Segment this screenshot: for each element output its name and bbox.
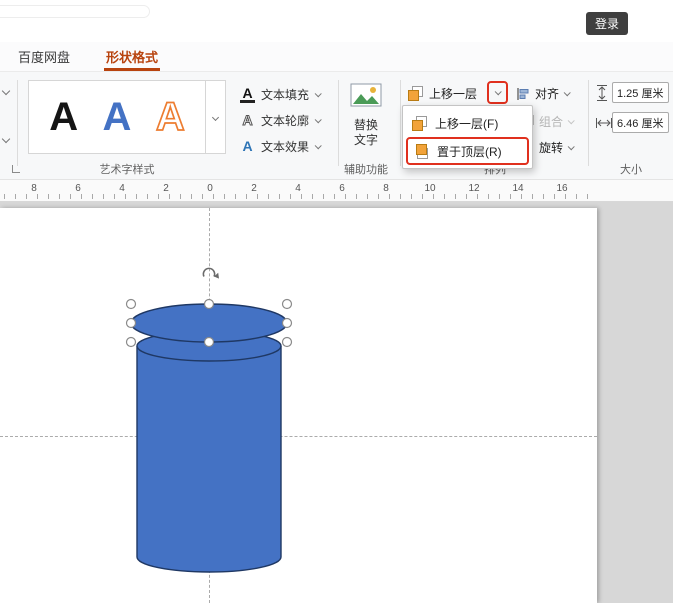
bring-forward-button[interactable]: 上移一层 bbox=[408, 85, 477, 102]
chevron-down-icon[interactable] bbox=[1, 86, 11, 96]
wordart-sample-blue[interactable]: A bbox=[103, 97, 132, 137]
selection-handle[interactable] bbox=[125, 336, 137, 348]
app-window: 登录 百度网盘 形状格式 A A A 艺术字样式 A 文本填充 A 文本轮廓 A… bbox=[0, 0, 673, 603]
picture-icon bbox=[350, 83, 382, 107]
menu-item-label: 上移一层(F) bbox=[435, 116, 499, 131]
chevron-down-icon bbox=[314, 141, 322, 149]
slide[interactable] bbox=[0, 208, 597, 603]
text-effects-button[interactable]: A 文本效果 bbox=[240, 134, 322, 158]
wordart-group-caption: 艺术字样式 bbox=[99, 164, 155, 176]
ruler-label: 6 bbox=[337, 183, 347, 194]
chevron-down-icon[interactable] bbox=[1, 134, 11, 144]
group-divider bbox=[588, 80, 589, 166]
selection-handle[interactable] bbox=[125, 317, 137, 329]
wordart-sample-outline[interactable]: A bbox=[155, 96, 186, 138]
bring-to-front-icon bbox=[414, 143, 429, 159]
chevron-down-icon bbox=[563, 89, 571, 97]
size-group-caption: 大小 bbox=[620, 164, 642, 176]
group-divider bbox=[17, 80, 18, 166]
menu-item-label: 置于顶层(R) bbox=[437, 144, 502, 159]
arrange-dropdown-menu: 上移一层(F) 置于顶层(R) bbox=[402, 105, 533, 169]
selection-handle[interactable] bbox=[203, 336, 215, 348]
ruler-label: 0 bbox=[205, 183, 215, 194]
ruler-label: 10 bbox=[422, 183, 438, 194]
align-button[interactable]: 对齐 bbox=[516, 85, 571, 102]
wordart-sample-black[interactable]: A bbox=[49, 97, 78, 137]
wordart-samples: A A A bbox=[29, 81, 205, 153]
horizontal-ruler: 8 6 4 2 0 2 4 6 8 10 12 14 16 bbox=[0, 180, 673, 202]
text-outline-label: 文本轮廓 bbox=[261, 113, 310, 128]
ellipse-shape[interactable] bbox=[130, 303, 288, 343]
dialog-launcher-icon[interactable] bbox=[12, 165, 20, 173]
shape-height-input[interactable] bbox=[612, 82, 669, 103]
text-fill-label: 文本填充 bbox=[261, 87, 310, 102]
shape-width-input[interactable] bbox=[612, 112, 669, 133]
selection-handle[interactable] bbox=[281, 336, 293, 348]
shape-width-icon bbox=[596, 118, 612, 128]
rotate-label: 旋转 bbox=[539, 141, 564, 155]
text-fill-button[interactable]: A 文本填充 bbox=[240, 82, 322, 106]
ruler-label: 2 bbox=[249, 183, 259, 194]
selection-handle[interactable] bbox=[281, 298, 293, 310]
bring-forward-label: 上移一层 bbox=[429, 87, 478, 101]
rotation-handle[interactable] bbox=[202, 267, 219, 279]
login-button[interactable]: 登录 bbox=[586, 12, 628, 35]
slide-canvas[interactable] bbox=[0, 202, 673, 603]
chevron-down-icon bbox=[567, 117, 575, 125]
chevron-down-icon bbox=[314, 89, 322, 97]
bring-forward-icon bbox=[408, 86, 423, 101]
align-label: 对齐 bbox=[535, 87, 560, 101]
chevron-down-icon bbox=[567, 143, 575, 151]
ruler-label: 4 bbox=[293, 183, 303, 194]
chevron-down-icon bbox=[314, 115, 322, 123]
tab-baidu-netdisk[interactable]: 百度网盘 bbox=[16, 42, 72, 71]
selection-handle[interactable] bbox=[125, 298, 137, 310]
titlebar: 登录 bbox=[0, 0, 673, 42]
replace-text-button[interactable]: 替换 文字 bbox=[338, 82, 394, 148]
ruler-label: 8 bbox=[381, 183, 391, 194]
accessibility-group-caption: 辅助功能 bbox=[344, 164, 388, 176]
bring-forward-icon bbox=[412, 115, 427, 131]
replace-text-label-line2: 文字 bbox=[353, 133, 378, 147]
replace-text-label-line1: 替换 bbox=[353, 118, 378, 132]
wordart-gallery-more-button[interactable] bbox=[205, 81, 225, 153]
chevron-down-icon bbox=[494, 88, 502, 96]
chevron-down-icon bbox=[211, 113, 220, 121]
ruler-label: 4 bbox=[117, 183, 127, 194]
ribbon: A A A 艺术字样式 A 文本填充 A 文本轮廓 A 文本效果 替换 文字 辅… bbox=[0, 72, 673, 180]
ribbon-tabs: 百度网盘 形状格式 bbox=[0, 42, 673, 72]
ruler-label: 14 bbox=[510, 183, 526, 194]
text-outline-button[interactable]: A 文本轮廓 bbox=[240, 108, 322, 132]
text-effects-icon: A bbox=[242, 138, 253, 154]
ruler-label: 8 bbox=[29, 183, 39, 194]
align-icon bbox=[517, 87, 529, 100]
text-fill-icon: A bbox=[240, 86, 255, 103]
selection-handle[interactable] bbox=[203, 298, 215, 310]
ruler-label: 2 bbox=[161, 183, 171, 194]
quick-access-area bbox=[0, 5, 150, 18]
selection-handle[interactable] bbox=[281, 317, 293, 329]
ruler-label: 16 bbox=[554, 183, 570, 194]
cylinder-shape[interactable] bbox=[136, 330, 282, 573]
text-effects-label: 文本效果 bbox=[261, 139, 310, 154]
group-divider bbox=[400, 80, 401, 166]
tab-shape-format[interactable]: 形状格式 bbox=[104, 42, 161, 71]
menu-item-bring-to-front[interactable]: 置于顶层(R) bbox=[406, 137, 529, 165]
shape-height-icon bbox=[597, 85, 607, 101]
group-label: 组合 bbox=[539, 115, 564, 129]
ruler-label: 12 bbox=[466, 183, 482, 194]
wordart-gallery[interactable]: A A A bbox=[28, 80, 226, 154]
ruler-ticks bbox=[4, 194, 596, 199]
menu-item-bring-forward[interactable]: 上移一层(F) bbox=[406, 109, 529, 137]
bring-forward-dropdown-button[interactable] bbox=[487, 81, 508, 104]
text-outline-icon: A bbox=[242, 112, 253, 128]
ruler-label: 6 bbox=[73, 183, 83, 194]
